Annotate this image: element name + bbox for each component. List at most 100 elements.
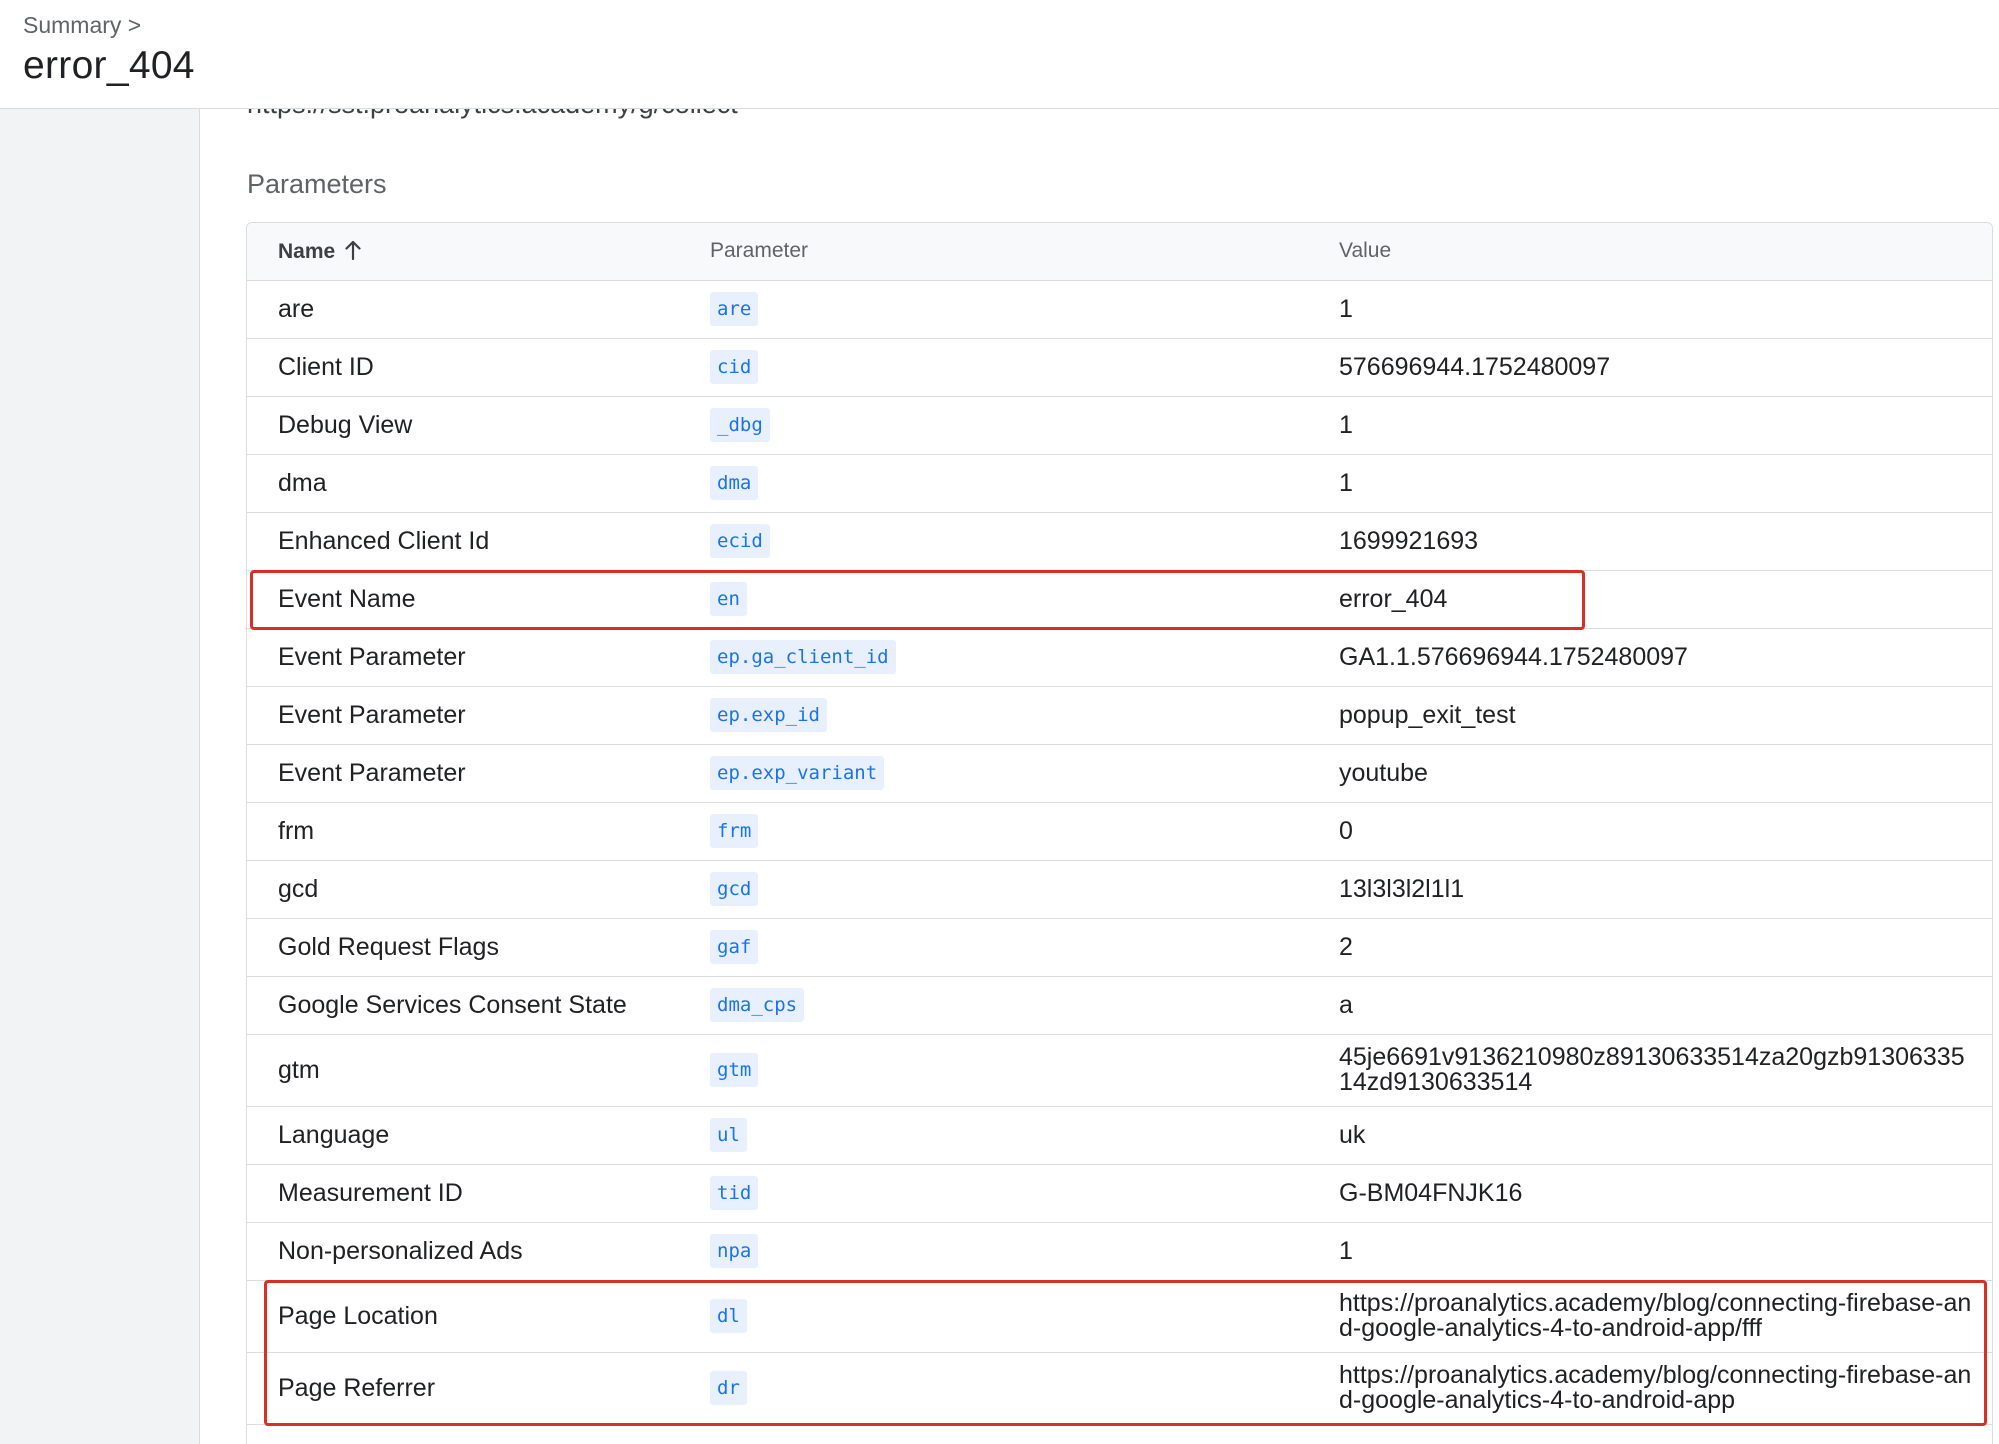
table-row[interactable]: Page Referrer dr https://proanalytics.acad… <box>247 1352 1992 1424</box>
parameter-code: gaf <box>710 930 759 964</box>
parameters-table: Name Parameter Value are are 1 Client ID cid… <box>246 222 1993 1444</box>
page-header: Summary > error_404 <box>0 0 1999 109</box>
cell-parameter: cid <box>710 338 1339 396</box>
table-body: are are 1 Client ID cid 576696944.1752480097 D… <box>247 280 1992 1424</box>
cell-parameter: npa <box>710 1222 1339 1280</box>
cell-parameter: en <box>710 570 1339 628</box>
request-url: https://sst.proanalytics.academy/g/colle… <box>247 109 738 120</box>
cell-name: Client ID <box>278 352 374 381</box>
cell-name: Event Parameter <box>278 758 466 787</box>
cell-name: are <box>278 294 315 323</box>
breadcrumb[interactable]: Summary > <box>23 12 141 39</box>
cell-value: 0 <box>1339 816 1353 845</box>
cell-parameter: gtm <box>710 1034 1339 1106</box>
parameter-code: ecid <box>710 524 770 558</box>
parameter-code: en <box>710 582 747 616</box>
table-row[interactable]: Client ID cid 576696944.1752480097 <box>247 338 1992 396</box>
cell-parameter: _dbg <box>710 396 1339 454</box>
table-row[interactable]: gtm gtm 45je6691v9136210980z89130633514za2… <box>247 1034 1992 1106</box>
cell-value: https://proanalytics.academy/blog/connec… <box>1339 1361 1972 1414</box>
parameter-code: gtm <box>710 1053 759 1087</box>
cell-name: Google Services Consent State <box>278 990 627 1019</box>
table-row[interactable]: Event Parameter ep.ga_client_id GA1.1.5766… <box>247 628 1992 686</box>
cell-value: 1 <box>1339 294 1353 323</box>
cell-value: G-BM04FNJK16 <box>1339 1178 1523 1207</box>
column-header-name-label: Name <box>278 240 336 264</box>
table-row[interactable]: dma dma 1 <box>247 454 1992 512</box>
table-row[interactable]: gcd gcd 13l3l3l2l1l1 <box>247 860 1992 918</box>
parameter-code: dr <box>710 1371 747 1405</box>
table-row[interactable]: Non-personalized Ads npa 1 <box>247 1222 1992 1280</box>
cell-parameter: tid <box>710 1164 1339 1222</box>
cell-value: 1 <box>1339 410 1353 439</box>
parameter-code: cid <box>710 350 759 384</box>
cell-parameter: ep.exp_variant <box>710 744 1339 802</box>
cell-parameter: ep.exp_id <box>710 686 1339 744</box>
cell-value: 2 <box>1339 932 1353 961</box>
cell-parameter: ul <box>710 1106 1339 1164</box>
parameter-code: dma <box>710 466 759 500</box>
cell-value: 13l3l3l2l1l1 <box>1339 874 1465 903</box>
table-header-row: Name Parameter Value <box>247 223 1992 281</box>
section-title-parameters: Parameters <box>247 169 387 199</box>
table-row[interactable]: Google Services Consent State dma_cps a <box>247 976 1992 1034</box>
cell-value: youtube <box>1339 758 1428 787</box>
table-row[interactable]: Event Name en error_404 <box>247 570 1992 628</box>
parameter-code: tid <box>710 1176 759 1210</box>
table-row[interactable]: frm frm 0 <box>247 802 1992 860</box>
cell-parameter: dma <box>710 454 1339 512</box>
cell-parameter: dma_cps <box>710 976 1339 1034</box>
cell-name: dma <box>278 468 327 497</box>
table-row[interactable]: Event Parameter ep.exp_id popup_exit_test <box>247 686 1992 744</box>
column-header-name[interactable]: Name <box>247 223 710 281</box>
parameter-code: dma_cps <box>710 988 805 1022</box>
parameter-code: _dbg <box>710 408 770 442</box>
parameter-code: frm <box>710 814 759 848</box>
cell-value: GA1.1.576696944.1752480097 <box>1339 642 1688 671</box>
sidebar <box>0 109 200 1444</box>
cell-parameter: dl <box>710 1280 1339 1352</box>
parameter-code: gcd <box>710 872 759 906</box>
parameter-code: ul <box>710 1118 747 1152</box>
cell-value: 1699921693 <box>1339 526 1479 555</box>
table-row[interactable]: Page Location dl https://proanalytics.acad… <box>247 1280 1992 1352</box>
column-header-value[interactable]: Value <box>1339 223 1992 281</box>
column-header-parameter[interactable]: Parameter <box>710 223 1339 281</box>
parameter-code: dl <box>710 1299 747 1333</box>
cell-value: error_404 <box>1339 584 1448 613</box>
main-content: https://sst.proanalytics.academy/g/colle… <box>200 109 1999 1444</box>
cell-value: uk <box>1339 1120 1366 1149</box>
cell-value: 1 <box>1339 1236 1353 1265</box>
cell-parameter: ecid <box>710 512 1339 570</box>
table-row[interactable]: Event Parameter ep.exp_variant youtube <box>247 744 1992 802</box>
parameter-code: ep.ga_client_id <box>710 640 896 674</box>
table-row[interactable]: Enhanced Client Id ecid 1699921693 <box>247 512 1992 570</box>
cell-value: https://proanalytics.academy/blog/connec… <box>1339 1289 1972 1342</box>
parameter-code: ep.exp_variant <box>710 756 885 790</box>
table-row[interactable]: Measurement ID tid G-BM04FNJK16 <box>247 1164 1992 1222</box>
cell-name: Measurement ID <box>278 1178 463 1207</box>
cell-name: Enhanced Client Id <box>278 526 490 555</box>
arrow-up-icon[interactable] <box>345 240 361 261</box>
cell-name: Non-personalized Ads <box>278 1236 523 1265</box>
table-row[interactable]: Gold Request Flags gaf 2 <box>247 918 1992 976</box>
cell-parameter: dr <box>710 1352 1339 1424</box>
parameter-code: are <box>710 292 759 326</box>
cell-parameter: ep.ga_client_id <box>710 628 1339 686</box>
cell-value: 45je6691v9136210980z89130633514za20gzb91… <box>1339 1043 1965 1096</box>
table-row[interactable]: are are 1 <box>247 280 1992 338</box>
table-row[interactable]: Debug View _dbg 1 <box>247 396 1992 454</box>
cell-value: popup_exit_test <box>1339 700 1516 729</box>
cell-name: Event Name <box>278 584 416 613</box>
cell-name: gtm <box>278 1055 320 1084</box>
parameter-code: npa <box>710 1234 759 1268</box>
cell-value: 1 <box>1339 468 1353 497</box>
cell-name: frm <box>278 816 315 845</box>
page-title: error_404 <box>23 44 195 87</box>
parameter-code: ep.exp_id <box>710 698 827 732</box>
table-row[interactable]: Language ul uk <box>247 1106 1992 1164</box>
cell-name: Debug View <box>278 410 413 439</box>
cell-name: Page Location <box>278 1301 438 1330</box>
cell-parameter: frm <box>710 802 1339 860</box>
cell-parameter: gcd <box>710 860 1339 918</box>
